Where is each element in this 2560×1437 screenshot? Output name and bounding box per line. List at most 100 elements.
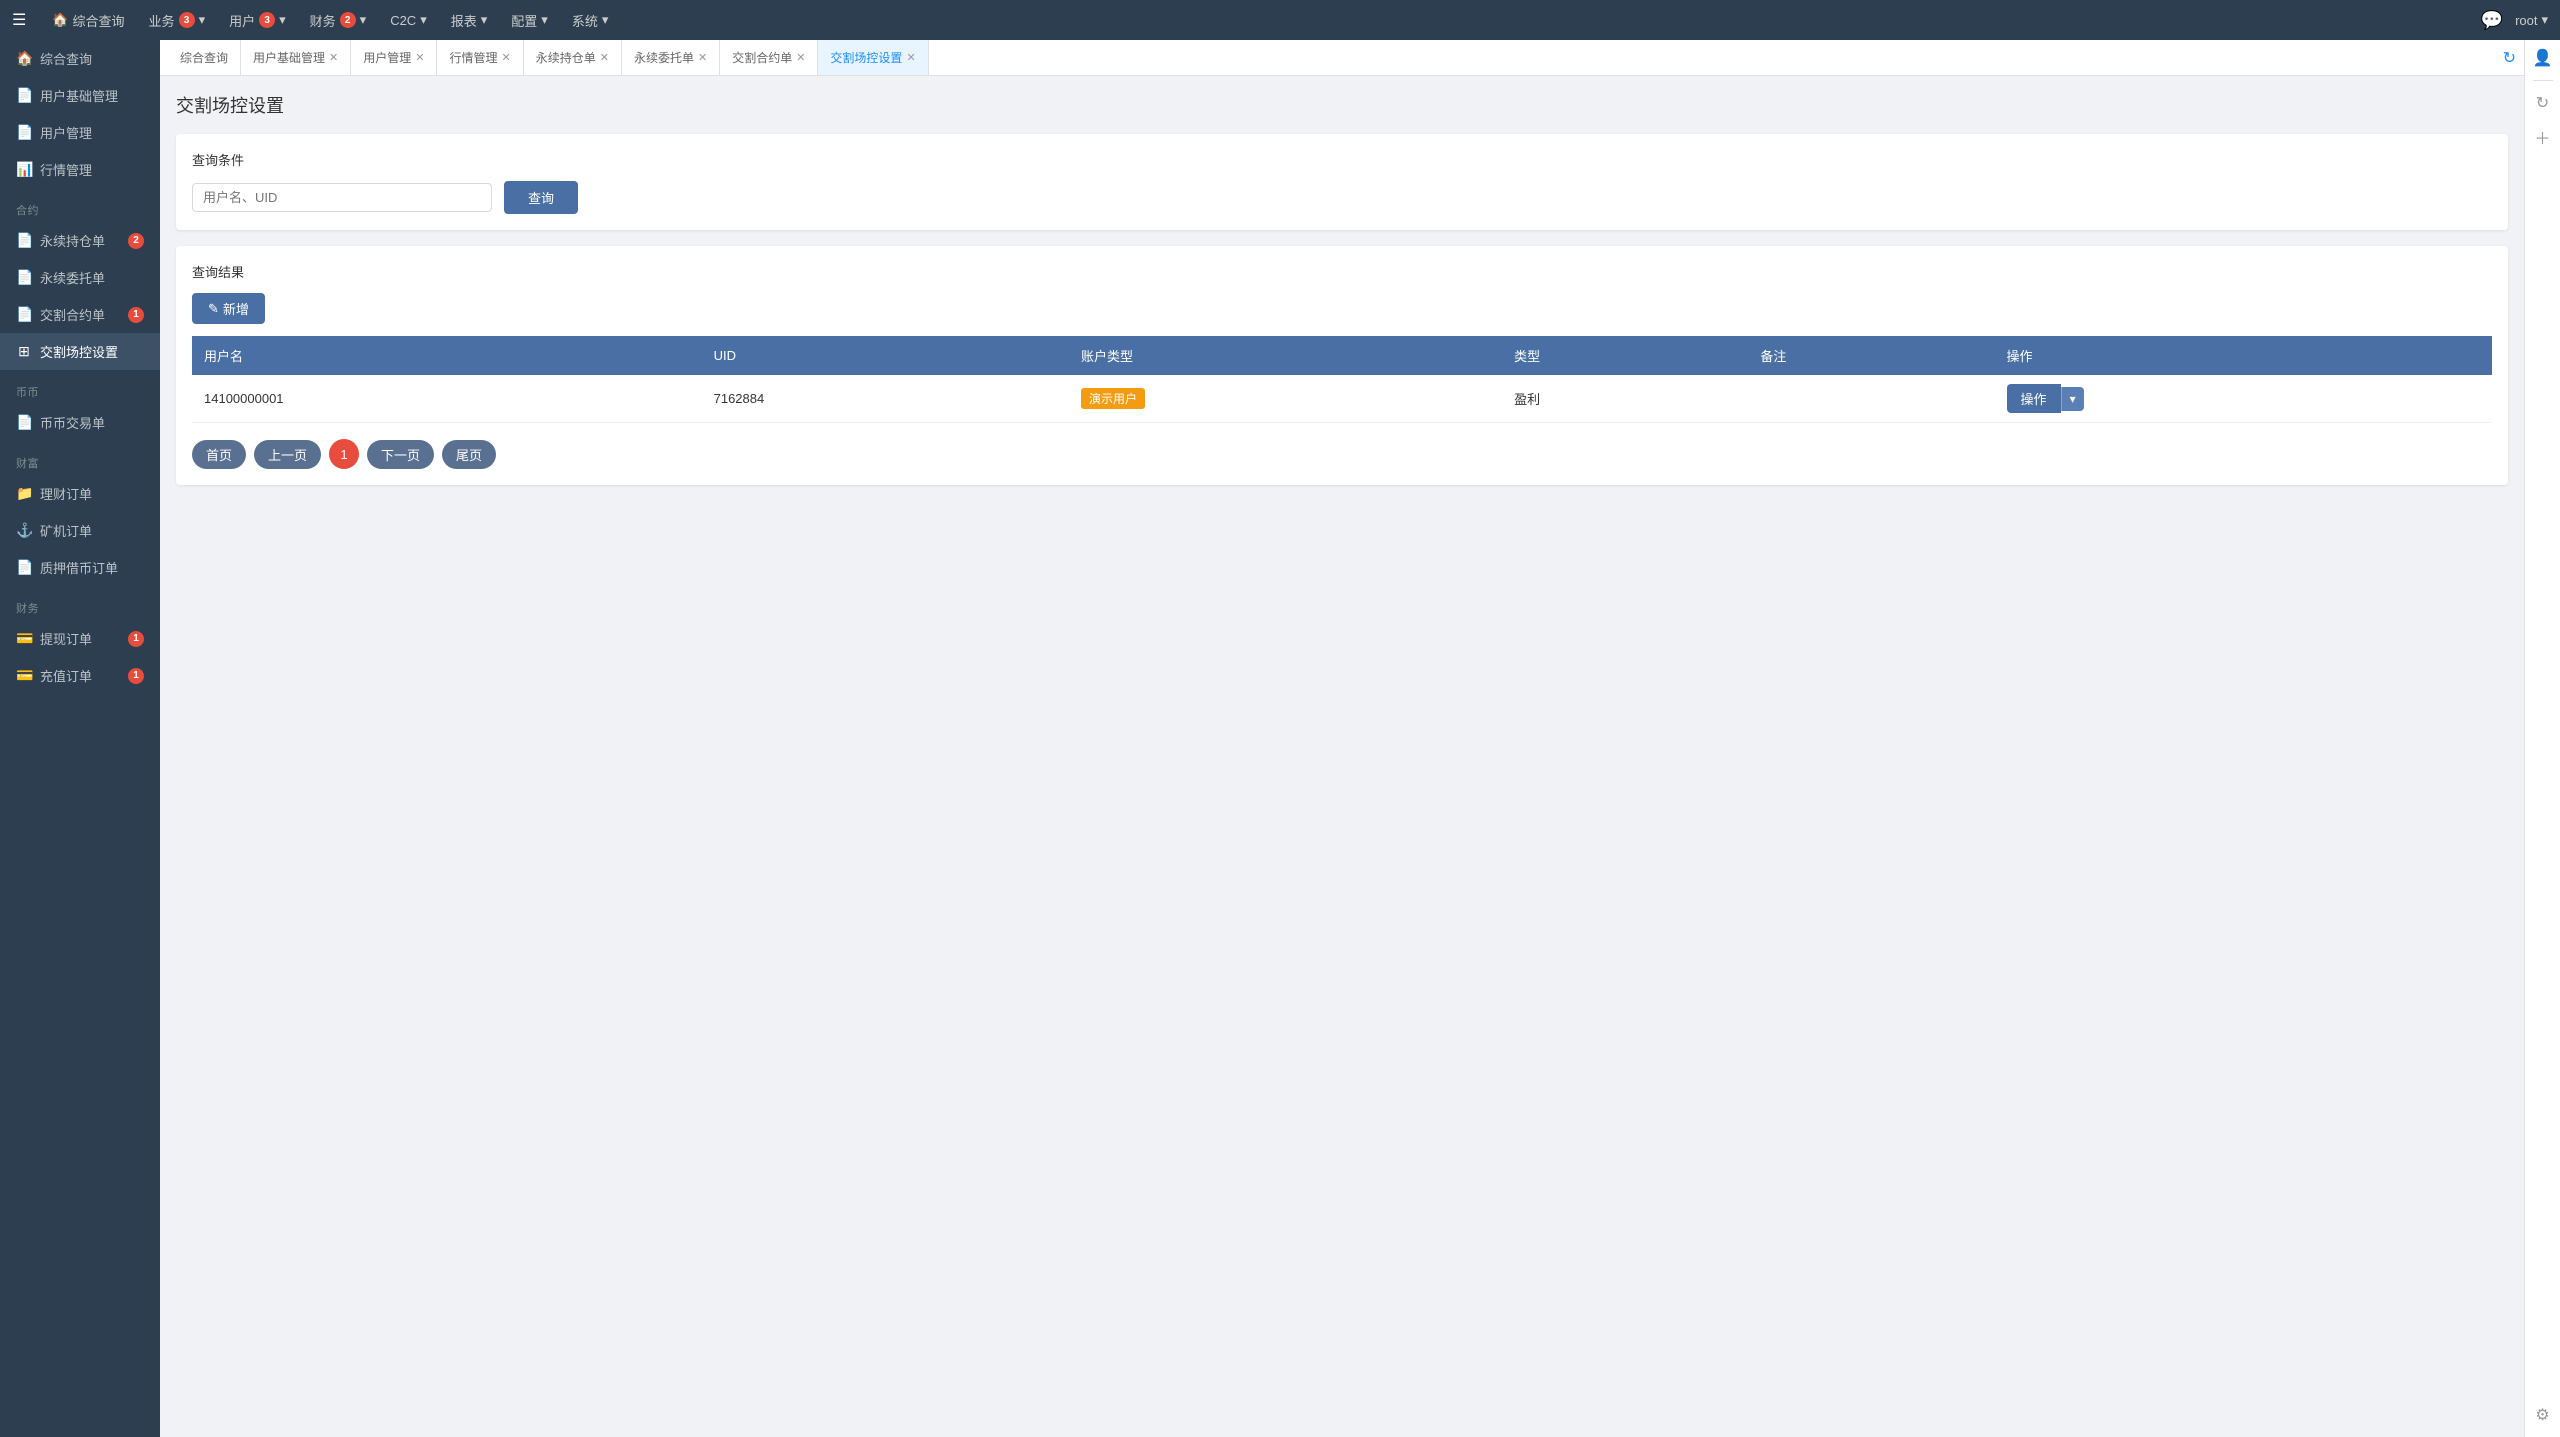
page-last-button[interactable]: 尾页	[442, 440, 496, 469]
hamburger-menu[interactable]: ☰	[12, 10, 26, 30]
sidebar-item-pledge[interactable]: 📄 质押借币订单	[0, 549, 160, 586]
sidebar-item-perpetual-del[interactable]: 📄 永续委托单	[0, 259, 160, 296]
user-info[interactable]: root ▾	[2515, 12, 2548, 28]
tab-close-perpetual[interactable]: ✕	[600, 51, 609, 64]
sidebar-section-finance: 财务	[0, 586, 160, 620]
col-uid: UID	[702, 336, 1069, 375]
nav-item-config[interactable]: 配置 ▾	[501, 7, 558, 34]
page-prev-button[interactable]: 上一页	[254, 440, 321, 469]
tab-close-market[interactable]: ✕	[502, 51, 511, 64]
results-table: 用户名 UID 账户类型 类型 备注 操作 14100000001 716288…	[192, 336, 2492, 423]
cell-account-type: 演示用户	[1069, 375, 1502, 423]
sidebar-item-perpetual-pos[interactable]: 📄 永续持仓单 2	[0, 222, 160, 259]
search-card: 查询条件 查询	[176, 134, 2508, 230]
doc-icon-contract: 📄	[16, 306, 32, 323]
add-button[interactable]: ✎ 新增	[192, 293, 265, 324]
sidebar-item-contract-order[interactable]: 📄 交割合约单 1	[0, 296, 160, 333]
tab-venue[interactable]: 交割场控设置 ✕	[818, 40, 928, 76]
sidebar-label-coin: 币币交易单	[40, 413, 105, 432]
results-label: 查询结果	[192, 262, 244, 281]
badge-perp-pos: 2	[128, 233, 144, 249]
sidebar-item-market[interactable]: 📊 行情管理	[0, 151, 160, 188]
chevron-down-icon: ▾	[199, 12, 206, 28]
sidebar-label-perp-pos: 永续持仓单	[40, 231, 105, 250]
anchor-icon-miner: ⚓	[16, 522, 32, 539]
refresh-icon[interactable]: ↻	[2503, 48, 2516, 68]
sidebar-label-venue: 交割场控设置	[40, 342, 118, 361]
col-action: 操作	[1995, 336, 2492, 375]
doc-icon-perp-del: 📄	[16, 269, 32, 286]
tab-close-contract[interactable]: ✕	[796, 51, 805, 64]
page-current-button[interactable]: 1	[329, 439, 359, 469]
table-header-row: 用户名 UID 账户类型 类型 备注 操作	[192, 336, 2492, 375]
sidebar-item-overview[interactable]: 🏠 综合查询	[0, 40, 160, 77]
action-button[interactable]: 操作	[2007, 384, 2061, 413]
chat-icon[interactable]: 💬	[2481, 10, 2503, 31]
sidebar-label-recharge: 充值订单	[40, 666, 92, 685]
account-type-badge: 演示用户	[1081, 388, 1145, 409]
nav-item-user[interactable]: 用户 3 ▾	[219, 7, 296, 34]
sidebar-item-wealth-order[interactable]: 📁 理财订单	[0, 475, 160, 512]
page-first-button[interactable]: 首页	[192, 440, 246, 469]
chevron-down-icon-system: ▾	[602, 12, 609, 28]
sidebar-label-perp-del: 永续委托单	[40, 268, 105, 287]
chevron-down-icon-config: ▾	[541, 12, 548, 28]
sidebar-label-pledge: 质押借币订单	[40, 558, 118, 577]
chart-icon-market: 📊	[16, 161, 32, 178]
sidebar-item-miner[interactable]: ⚓ 矿机订单	[0, 512, 160, 549]
right-panel-avatar-icon[interactable]: 👤	[2533, 48, 2553, 68]
sidebar: 🏠 综合查询 📄 用户基础管理 📄 用户管理 📊 行情管理 合约 📄 永续持仓单…	[0, 40, 160, 1437]
right-panel-add-icon[interactable]: ＋	[2534, 125, 2550, 149]
sidebar-label-wealth: 理财订单	[40, 484, 92, 503]
page-next-button[interactable]: 下一页	[367, 440, 434, 469]
tab-close-venue[interactable]: ✕	[906, 51, 915, 64]
user-label: root	[2515, 13, 2537, 28]
tab-usermgr[interactable]: 用户管理 ✕	[351, 40, 437, 76]
tabs-bar: 综合查询 用户基础管理 ✕ 用户管理 ✕ 行情管理 ✕ 永续持仓单 ✕ 永续委托…	[160, 40, 2524, 76]
tab-contract[interactable]: 交割合约单 ✕	[720, 40, 818, 76]
tab-market[interactable]: 行情管理 ✕	[437, 40, 523, 76]
main-layout: 🏠 综合查询 📄 用户基础管理 📄 用户管理 📊 行情管理 合约 📄 永续持仓单…	[0, 40, 2560, 1437]
pencil-icon: ✎	[208, 301, 219, 317]
nav-item-system[interactable]: 系统 ▾	[562, 7, 619, 34]
tab-delegate[interactable]: 永续委托单 ✕	[622, 40, 720, 76]
nav-item-c2c[interactable]: C2C ▾	[380, 8, 437, 32]
right-panel-refresh-icon[interactable]: ↻	[2536, 93, 2549, 113]
sidebar-section-wealth: 财富	[0, 441, 160, 475]
results-header: 查询结果	[192, 262, 2492, 281]
right-panel: 👤 ↻ ＋ ⚙	[2524, 40, 2560, 1437]
tab-perpetual[interactable]: 永续持仓单 ✕	[524, 40, 622, 76]
nav-badge-user: 3	[259, 12, 275, 28]
tab-close-usermgr[interactable]: ✕	[415, 51, 424, 64]
sidebar-item-recharge[interactable]: 💳 充值订单 1	[0, 657, 160, 694]
cell-remark	[1748, 375, 1994, 423]
nav-item-finance[interactable]: 财务 2 ▾	[300, 7, 377, 34]
action-dropdown-button[interactable]: ▾	[2061, 387, 2084, 411]
nav-item-home[interactable]: 🏠 综合查询	[42, 7, 134, 34]
search-button[interactable]: 查询	[504, 181, 578, 214]
right-panel-settings-icon[interactable]: ⚙	[2535, 1407, 2549, 1424]
nav-items: 🏠 综合查询 业务 3 ▾ 用户 3 ▾ 财务 2 ▾ C2C ▾ 报表 ▾ 配…	[42, 7, 2480, 34]
tab-overview[interactable]: 综合查询	[168, 40, 241, 76]
tab-label-perpetual: 永续持仓单	[536, 49, 596, 66]
col-username: 用户名	[192, 336, 702, 375]
sidebar-item-coin-trade[interactable]: 📄 币币交易单	[0, 404, 160, 441]
sidebar-item-withdraw[interactable]: 💳 提现订单 1	[0, 620, 160, 657]
tab-userbase[interactable]: 用户基础管理 ✕	[241, 40, 351, 76]
folder-icon-wealth: 📁	[16, 485, 32, 502]
sidebar-item-usermgr[interactable]: 📄 用户管理	[0, 114, 160, 151]
search-input[interactable]	[192, 183, 492, 212]
nav-item-business[interactable]: 业务 3 ▾	[139, 7, 216, 34]
user-dropdown-icon: ▾	[2541, 12, 2548, 28]
sidebar-item-venue[interactable]: ⊞ 交割场控设置	[0, 333, 160, 370]
tab-close-userbase[interactable]: ✕	[329, 51, 338, 64]
tab-close-delegate[interactable]: ✕	[698, 51, 707, 64]
sidebar-label-miner: 矿机订单	[40, 521, 92, 540]
nav-label-home: 综合查询	[73, 11, 125, 30]
nav-item-report[interactable]: 报表 ▾	[441, 7, 498, 34]
sidebar-item-userbase[interactable]: 📄 用户基础管理	[0, 77, 160, 114]
sidebar-label-usermgr: 用户管理	[40, 123, 92, 142]
content-area: 综合查询 用户基础管理 ✕ 用户管理 ✕ 行情管理 ✕ 永续持仓单 ✕ 永续委托…	[160, 40, 2524, 1437]
nav-badge-business: 3	[179, 12, 195, 28]
col-type: 类型	[1502, 336, 1748, 375]
